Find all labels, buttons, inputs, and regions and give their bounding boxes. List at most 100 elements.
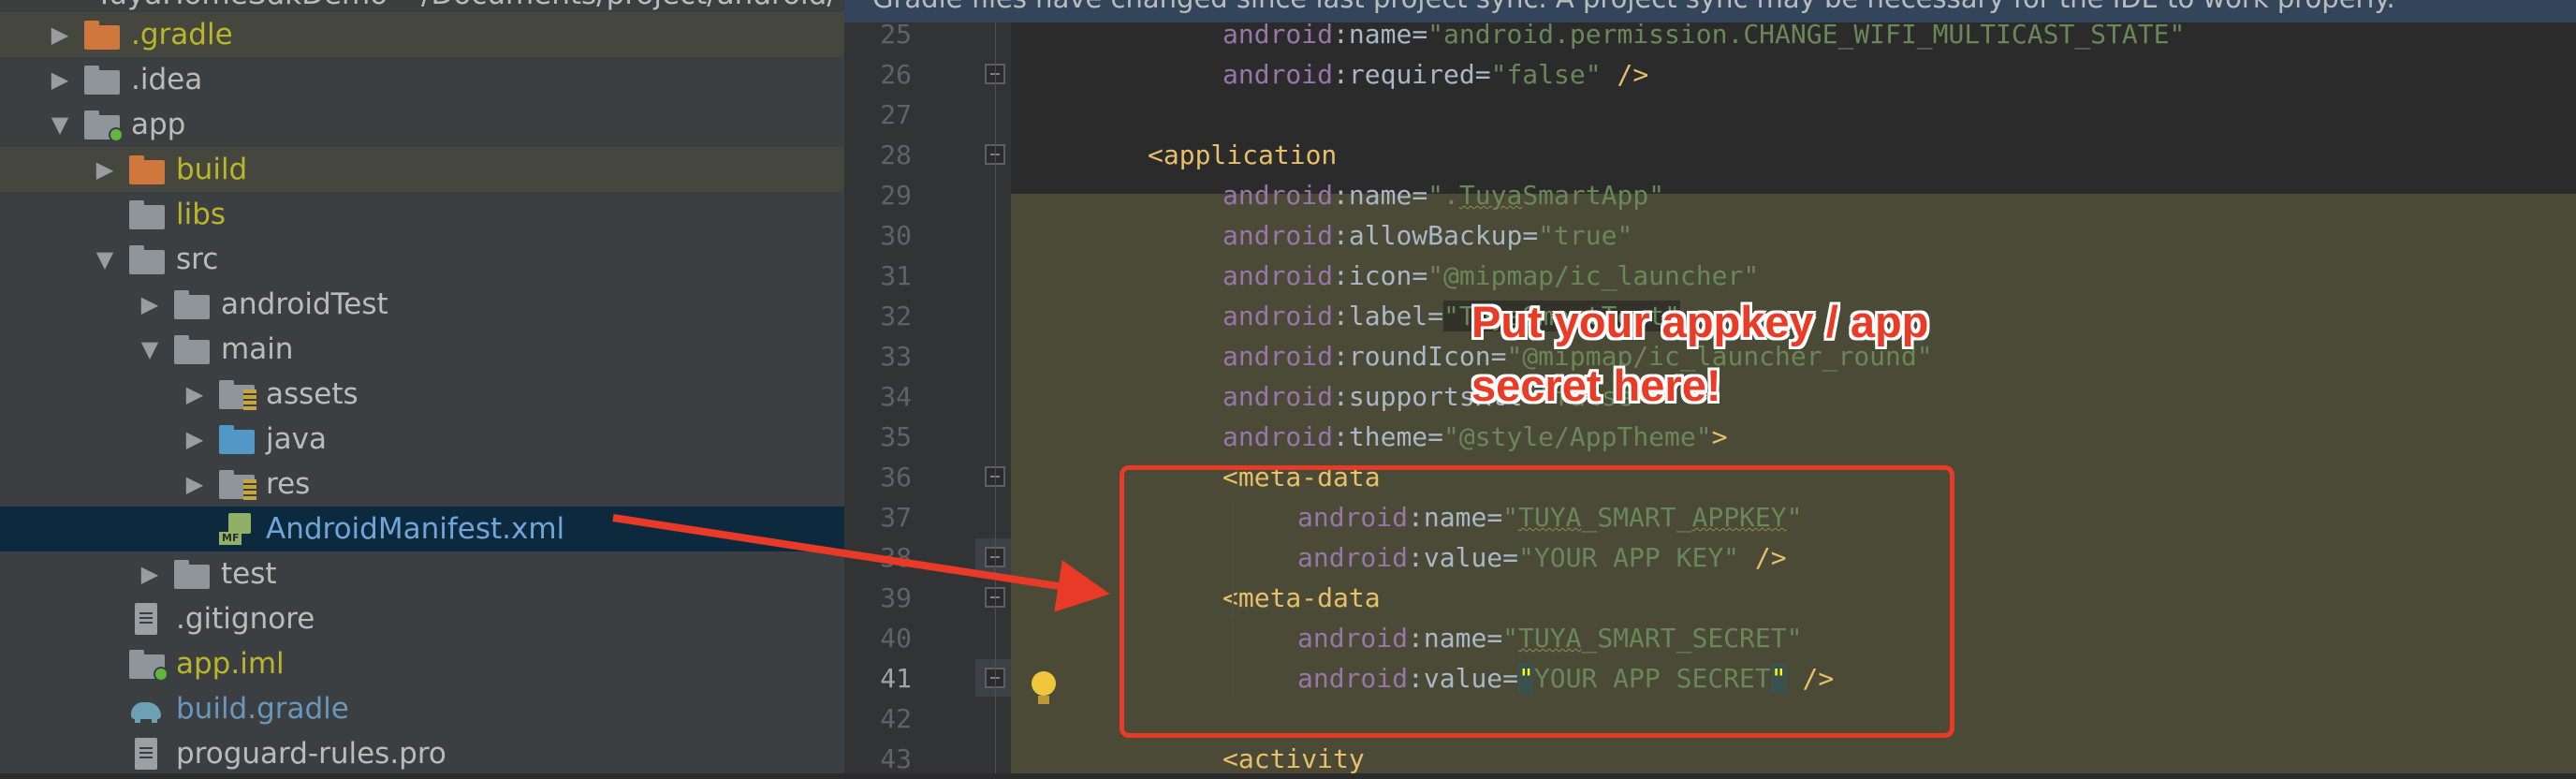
tree-item[interactable]: ▶ .gradle (0, 12, 844, 57)
annotation-text: Put your appkey / app secret here! (1471, 290, 2127, 418)
tree-item[interactable]: ▶ androidTest (0, 282, 844, 327)
chevron-right-icon[interactable]: ▶ (139, 551, 161, 596)
folder-icon (174, 288, 210, 320)
annotation-box (1120, 465, 1954, 738)
code-token: name (1348, 180, 1412, 211)
chevron-right-icon[interactable]: ▶ (94, 147, 116, 192)
tree-item-label: androidTest (221, 287, 388, 321)
code-token: <activity (1222, 743, 1365, 773)
chevron-right-icon[interactable]: ▶ (183, 372, 206, 417)
code-token: android (1222, 59, 1334, 90)
tree-item[interactable]: ▶ assets (0, 372, 844, 417)
tree-item[interactable]: ▶MFAndroidManifest.xml (0, 507, 844, 551)
line-number: 37 (880, 502, 912, 533)
line-number: 27 (880, 99, 912, 130)
code-token: = (1412, 180, 1428, 211)
code-token: = (1412, 22, 1428, 50)
code-token: : (1333, 421, 1349, 452)
code-token: required (1348, 59, 1475, 90)
line-number: 31 (880, 260, 912, 291)
line-number: 33 (880, 341, 912, 372)
chevron-right-icon[interactable]: ▶ (49, 57, 71, 102)
line-number: 25 (880, 19, 912, 50)
code-token: = (1427, 421, 1444, 452)
code-line[interactable]: android:required="false" /> (1222, 54, 1648, 95)
tree-item[interactable]: ▶build.gradle (0, 686, 844, 731)
line-number: 41 (880, 663, 912, 694)
chevron-right-icon[interactable]: ▶ (139, 282, 161, 327)
chevron-right-icon[interactable]: ▶ (183, 417, 206, 462)
tree-item[interactable]: ▶ build (0, 147, 844, 192)
code-token: name (1348, 22, 1412, 50)
chevron-down-icon[interactable]: ▼ (94, 237, 116, 282)
line-number: 35 (880, 421, 912, 452)
manifest-file-icon: MF (219, 513, 255, 545)
code-line[interactable]: android:name=".TuyaSmartApp" (1222, 175, 1664, 215)
chevron-down-icon[interactable]: ▼ (49, 102, 71, 147)
tree-item[interactable]: ▶ test (0, 551, 844, 596)
fold-guide (995, 22, 996, 773)
tree-item[interactable]: ▼ src (0, 237, 844, 282)
chevron-down-icon[interactable]: ▼ (139, 327, 161, 372)
code-token: label (1348, 301, 1428, 331)
folder-icon (219, 378, 256, 410)
code-line[interactable]: <activity (1222, 739, 1365, 773)
folder-icon (129, 154, 165, 185)
tree-item-label: .gradle (131, 18, 233, 51)
chevron-right-icon[interactable]: ▶ (183, 462, 206, 507)
tree-item-label: java (266, 422, 327, 456)
code-token: : (1333, 260, 1349, 291)
line-number: 26 (880, 59, 912, 90)
code-line[interactable]: android:theme="@style/AppTheme"> (1222, 417, 1727, 457)
folder-icon (129, 198, 165, 230)
chevron-right-icon[interactable]: ▶ (49, 12, 71, 57)
line-number: 42 (880, 703, 912, 734)
code-token: android (1222, 341, 1334, 372)
tree-item-label: res (266, 467, 311, 501)
line-number: 38 (880, 542, 912, 573)
tree-item[interactable]: ▶ res (0, 462, 844, 507)
tree-item-label: main (221, 332, 294, 366)
folder-icon (174, 558, 210, 590)
line-number: 34 (880, 381, 912, 412)
line-number: 28 (880, 140, 912, 170)
lightbulb-icon[interactable] (1032, 671, 1056, 704)
code-token: : (1333, 341, 1349, 372)
code-line[interactable]: android:allowBackup="true" (1222, 215, 1632, 256)
tree-item-label: build.gradle (176, 692, 349, 726)
tree-item-label: build (176, 153, 248, 186)
module-file-icon (129, 648, 168, 682)
tree-item[interactable]: ▶proguard-rules.pro (0, 731, 844, 773)
tree-item[interactable]: ▶.gitignore (0, 596, 844, 641)
code-line[interactable]: <application (1148, 135, 1337, 175)
folder-icon (84, 19, 120, 51)
tree-item[interactable]: ▶app.iml (0, 641, 844, 686)
tree-item-label: app.iml (176, 647, 285, 681)
folder-icon (219, 423, 255, 455)
text-file-icon (129, 603, 165, 635)
code-token: android (1222, 22, 1334, 50)
code-token: > (1711, 421, 1728, 452)
code-token: Tuya (1458, 180, 1523, 211)
code-line[interactable]: android:name="android.permission.CHANGE_… (1222, 22, 2185, 54)
line-number: 36 (880, 462, 912, 492)
tree-item[interactable]: ▶libs (0, 192, 844, 237)
line-number: 39 (880, 582, 912, 613)
tree-item-label: app (131, 108, 186, 141)
tree-item-label: assets (266, 377, 359, 411)
code-token: android (1222, 421, 1334, 452)
gradle-sync-banner[interactable]: Gradle files have changed since last pro… (844, 0, 2576, 22)
line-number: 40 (880, 623, 912, 654)
code-token: allowBackup (1348, 220, 1523, 251)
code-token: = (1412, 260, 1428, 291)
project-root-label: TuyaHomeSdkDemo ~/Documents/project/andr… (95, 0, 837, 11)
tree-item[interactable]: ▶ java (0, 417, 844, 462)
tree-item[interactable]: ▼ main (0, 327, 844, 372)
tree-item[interactable]: ▼ app (0, 102, 844, 147)
folder-icon (84, 109, 124, 142)
code-token: = (1427, 301, 1444, 331)
tree-item[interactable]: ▶ .idea (0, 57, 844, 102)
line-number-gutter: 25 26 27 28 29 30 31 32 33 34 35 36 37 38 39 40 41 42 43 (844, 19, 1017, 774)
code-token: : (1333, 381, 1349, 412)
code-token: ". (1427, 180, 1459, 211)
